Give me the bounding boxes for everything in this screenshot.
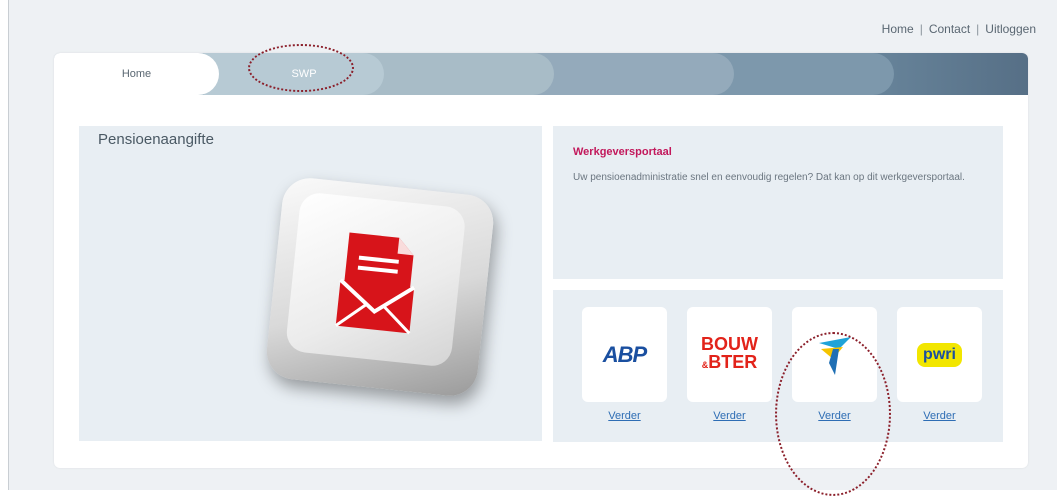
- stpe-bird-icon: [818, 336, 851, 375]
- tab-home[interactable]: Home: [54, 53, 219, 95]
- top-link-home[interactable]: Home: [882, 22, 914, 36]
- verder-link-stpe[interactable]: Verder: [792, 410, 877, 422]
- pwri-logo: pwri: [917, 342, 962, 367]
- tab-4[interactable]: [534, 53, 734, 95]
- keycap-graphic: [264, 175, 496, 399]
- tab-3[interactable]: [364, 53, 554, 95]
- tab-swp[interactable]: SWP: [204, 53, 384, 95]
- envelope-document-icon: [334, 232, 416, 335]
- tab-5[interactable]: [714, 53, 894, 95]
- verder-link-pwri[interactable]: Verder: [897, 410, 982, 422]
- main-card: SWP Home Pensioenaangifte Werkgeversport…: [54, 44, 1028, 496]
- top-nav-separator: |: [976, 22, 980, 36]
- abp-logo: ABP: [602, 341, 647, 367]
- verder-link-abp[interactable]: Verder: [582, 410, 667, 422]
- werkgeversportaal-title: Werkgeversportaal: [573, 146, 672, 158]
- providers-panel: ABP Verder BOUW &BTER Verder Verder pwri: [553, 290, 1003, 442]
- page-canvas: Home | Contact | Uitloggen SWP Home Pensioen…: [8, 0, 1057, 496]
- top-navigation: Home | Contact | Uitloggen: [882, 22, 1036, 36]
- top-link-logout[interactable]: Uitloggen: [985, 22, 1036, 36]
- bouw-logo-line2: BTER: [708, 352, 758, 372]
- provider-card-bouw[interactable]: BOUW &BTER: [687, 307, 772, 402]
- werkgeversportaal-panel: Werkgeversportaal Uw pensioenadministrat…: [553, 126, 1003, 279]
- pensioenaangifte-panel[interactable]: Pensioenaangifte: [79, 126, 542, 441]
- panel-title: Pensioenaangifte: [98, 131, 214, 148]
- top-link-contact[interactable]: Contact: [929, 22, 970, 36]
- bouw-logo: BOUW &BTER: [701, 335, 758, 374]
- top-nav-separator: |: [919, 22, 923, 36]
- bouw-logo-line1: BOUW: [701, 334, 758, 354]
- provider-card-pwri[interactable]: pwri: [897, 307, 982, 402]
- verder-link-bouw[interactable]: Verder: [687, 410, 772, 422]
- keycap-top: [284, 191, 467, 368]
- werkgeversportaal-description: Uw pensioenadministratie snel en eenvoud…: [573, 172, 965, 183]
- provider-card-abp[interactable]: ABP: [582, 307, 667, 402]
- tab-bar: SWP Home: [54, 53, 1028, 95]
- provider-card-stpe[interactable]: [792, 307, 877, 402]
